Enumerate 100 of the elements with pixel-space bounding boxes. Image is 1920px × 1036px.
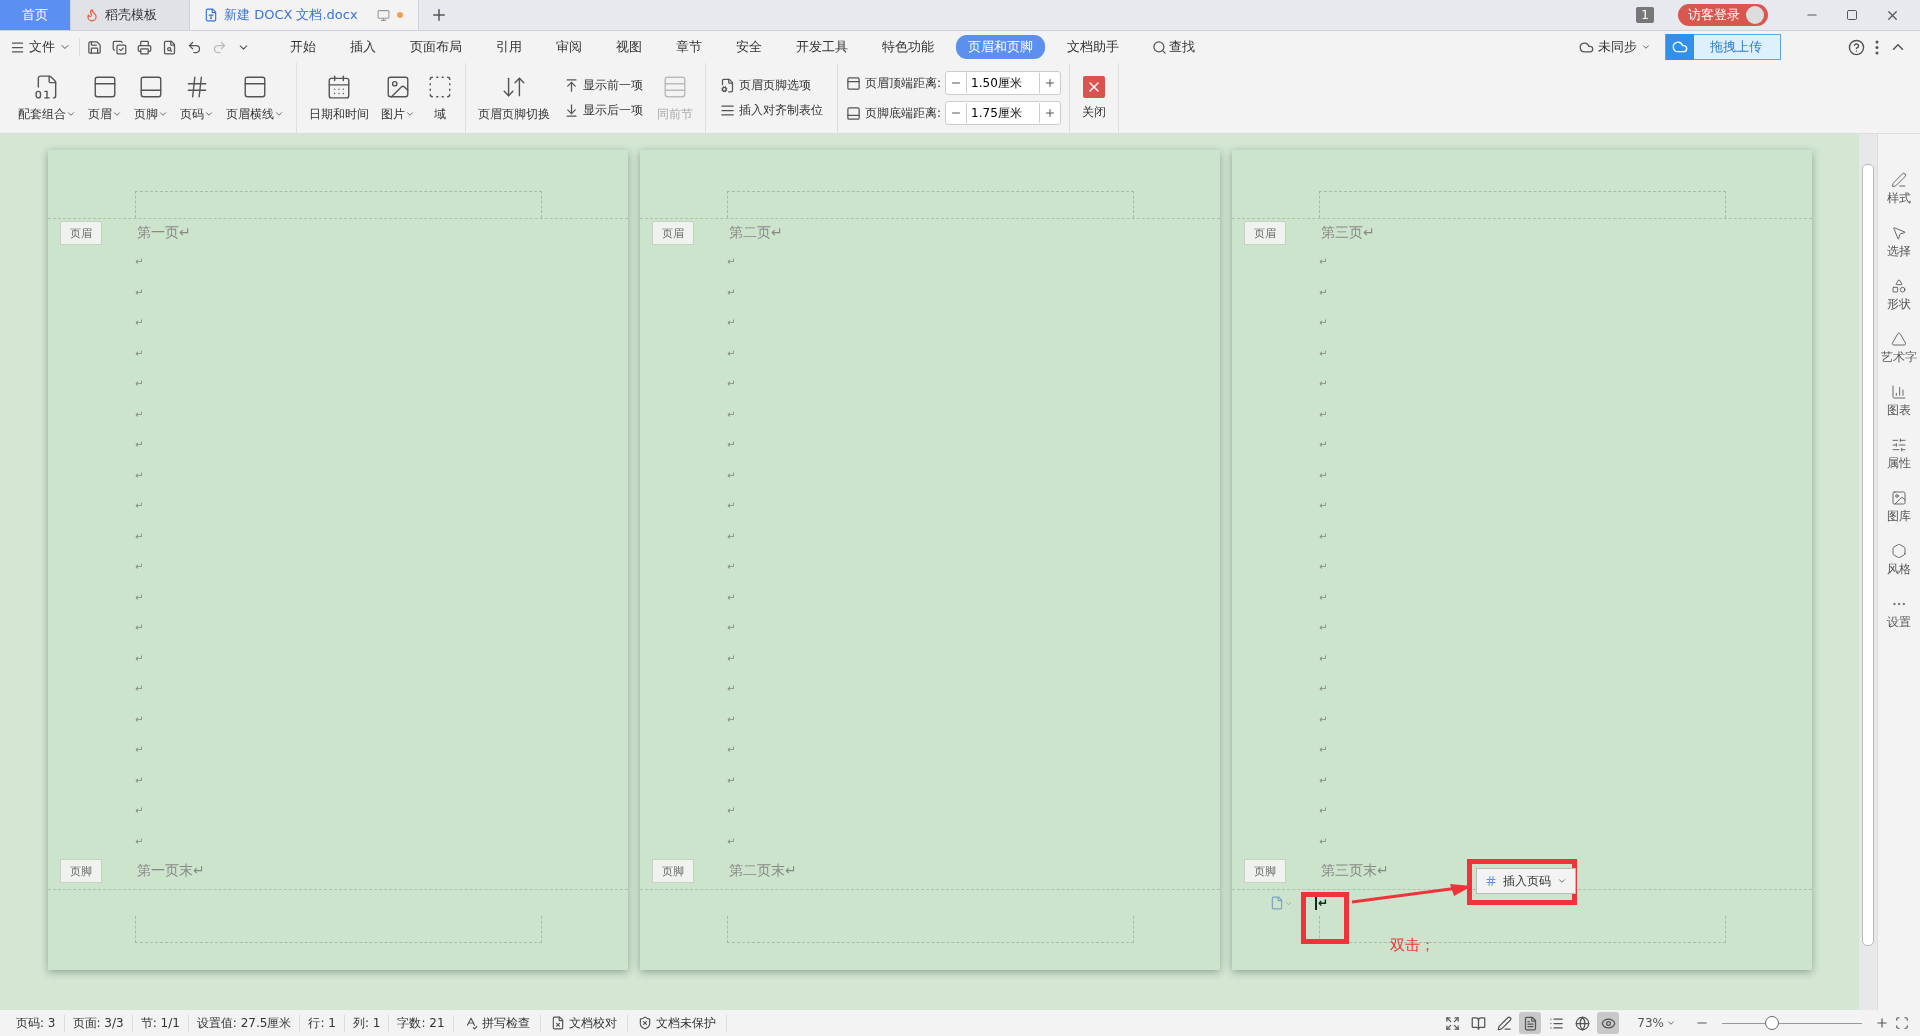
sidebar-button[interactable]: 艺术字	[1881, 331, 1917, 366]
ribbon-button[interactable]: 关闭	[1078, 73, 1111, 123]
ribbon-tab[interactable]: 开始	[278, 35, 328, 59]
eye-view-button[interactable]	[1597, 1012, 1620, 1034]
paragraph-mark: ↵	[1319, 743, 1329, 757]
ribbon-button[interactable]: 页码	[176, 71, 218, 125]
sync-button[interactable]: 未同步	[1573, 37, 1657, 57]
caret-icon	[66, 109, 76, 119]
status-tool-button[interactable]: 文档校对	[540, 1014, 628, 1032]
file-menu-button[interactable]: 文件	[10, 38, 80, 56]
paragraph-mark: ↵	[1319, 316, 1329, 330]
paragraph-mark: ↵	[727, 560, 737, 574]
sidebar-button[interactable]: 选择	[1887, 225, 1911, 260]
plus-icon	[1044, 77, 1057, 89]
paragraph-mark: ↵	[1319, 804, 1329, 818]
search-icon	[1152, 39, 1167, 55]
sidebar-button[interactable]: 图库	[1887, 490, 1911, 525]
status-tool-button[interactable]: 文档未保护	[627, 1014, 727, 1032]
footer-text: 第三页末↵	[1321, 862, 1389, 880]
ribbon-button[interactable]: 页眉页脚选项	[714, 76, 829, 95]
ribbon-button[interactable]: 显示前一项	[558, 76, 649, 95]
header-margin-icon	[846, 75, 861, 91]
scrollbar[interactable]	[1862, 164, 1874, 946]
cloud-icon	[1666, 34, 1694, 60]
page-view-button[interactable]	[1519, 1012, 1542, 1034]
ribbon-button[interactable]: 显示后一项	[558, 101, 649, 120]
ribbon-tab[interactable]: 特色功能	[870, 35, 946, 59]
write-icon	[1496, 1015, 1512, 1031]
sidebar-button[interactable]: 图表	[1887, 384, 1911, 419]
ribbon-tab[interactable]: 引用	[484, 35, 534, 59]
more-icon	[1875, 39, 1879, 55]
zoom-level-button[interactable]: 73%	[1631, 1015, 1682, 1031]
status-field: 设置值: 27.5厘米	[188, 1014, 301, 1032]
insert-page-number-button[interactable]: 插入页码	[1476, 868, 1576, 894]
fullscreen-icon	[1444, 1015, 1460, 1031]
sidebar-button[interactable]: 属性	[1887, 437, 1911, 472]
paragraph-mark: ↵	[135, 316, 145, 330]
sliders-icon	[1891, 437, 1907, 453]
ribbon-button[interactable]: 页脚	[130, 71, 172, 125]
upload-button[interactable]: 拖拽上传	[1665, 34, 1781, 60]
pointer-icon	[1891, 225, 1907, 241]
distance-spinner[interactable]: 1.75厘米	[945, 101, 1062, 125]
close-icon	[1083, 75, 1106, 98]
ribbon-button[interactable]: 图片	[377, 71, 419, 125]
paragraph-mark: ↵	[727, 712, 737, 727]
paragraph-mark: ↵	[135, 377, 145, 391]
ribbon-button[interactable]: 域	[423, 71, 457, 125]
ribbon-button[interactable]: 页眉	[84, 71, 126, 125]
paragraph-mark: ↵	[727, 468, 737, 483]
sidebar-button[interactable]: 风格	[1887, 543, 1911, 578]
sidebar-button[interactable]: 样式	[1887, 172, 1911, 207]
plus-icon	[1044, 107, 1057, 119]
paragraph-mark: ↵	[727, 682, 737, 696]
status-tool-button[interactable]: 拼写检查	[453, 1014, 541, 1032]
paragraph-mark: ↵	[727, 377, 737, 391]
paragraph-mark: ↵	[135, 285, 145, 300]
footer-text: 第一页末↵	[137, 862, 205, 880]
ribbon-button[interactable]: 配套组合	[14, 71, 80, 125]
up-arrow-icon	[564, 78, 579, 93]
ribbon-button[interactable]: 页眉页脚切换	[474, 71, 554, 125]
login-button[interactable]: 访客登录	[1678, 4, 1768, 26]
sidebar-button[interactable]: 形状	[1887, 278, 1911, 313]
ribbon-button[interactable]: 页眉横线	[222, 71, 288, 125]
ribbon-button[interactable]: 插入对齐制表位	[714, 101, 829, 120]
paragraph-mark: ↵	[1319, 773, 1329, 788]
header-tag: 页眉	[1244, 221, 1286, 245]
paragraph-mark: ↵	[727, 773, 737, 788]
ribbon-tab[interactable]: 页面布局	[398, 35, 474, 59]
ribbon-tab[interactable]: 审阅	[544, 35, 594, 59]
search-button[interactable]: 查找	[1146, 37, 1201, 57]
ribbon-tab[interactable]: 安全	[724, 35, 774, 59]
picture-icon	[1891, 490, 1907, 506]
document-tab[interactable]: 新建 DOCX 文档.docx	[190, 0, 419, 30]
zoom-slider-thumb[interactable]	[1765, 1016, 1780, 1030]
ribbon-tab[interactable]: 插入	[338, 35, 388, 59]
paragraph-mark: ↵	[727, 834, 737, 849]
spinner-label: 页脚底端距离:	[865, 104, 942, 122]
caret-icon	[158, 109, 168, 119]
sidebar-button[interactable]: 设置	[1887, 596, 1911, 631]
paragraph-mark: ↵	[1319, 590, 1329, 605]
paragraph-mark: ↵	[1319, 346, 1329, 361]
document-tab[interactable]: 稻壳模板	[71, 0, 190, 30]
ribbon-tab[interactable]: 视图	[604, 35, 654, 59]
ribbon-tab[interactable]: 章节	[664, 35, 714, 59]
distance-spinner[interactable]: 1.50厘米	[945, 71, 1062, 95]
restore-icon	[1846, 9, 1858, 21]
paragraph-mark: ↵	[1319, 621, 1329, 635]
ribbon-tab[interactable]: 文档助手	[1055, 35, 1131, 59]
ribbon-tab[interactable]: 开发工具	[784, 35, 860, 59]
paragraph-mark: ↵	[1319, 651, 1329, 666]
caret-icon	[1557, 876, 1567, 886]
footer-text: 第二页末↵	[729, 862, 797, 880]
copy-icon	[112, 39, 127, 55]
paragraph-mark: ↵	[135, 773, 145, 788]
ribbon-button[interactable]: 日期和时间	[305, 71, 373, 125]
preview-icon	[162, 39, 177, 55]
paragraph-mark: ↵	[1319, 560, 1329, 574]
paragraph-mark: ↵	[135, 560, 145, 574]
caret-icon	[112, 109, 122, 119]
paragraph-mark: ↵	[727, 255, 737, 269]
